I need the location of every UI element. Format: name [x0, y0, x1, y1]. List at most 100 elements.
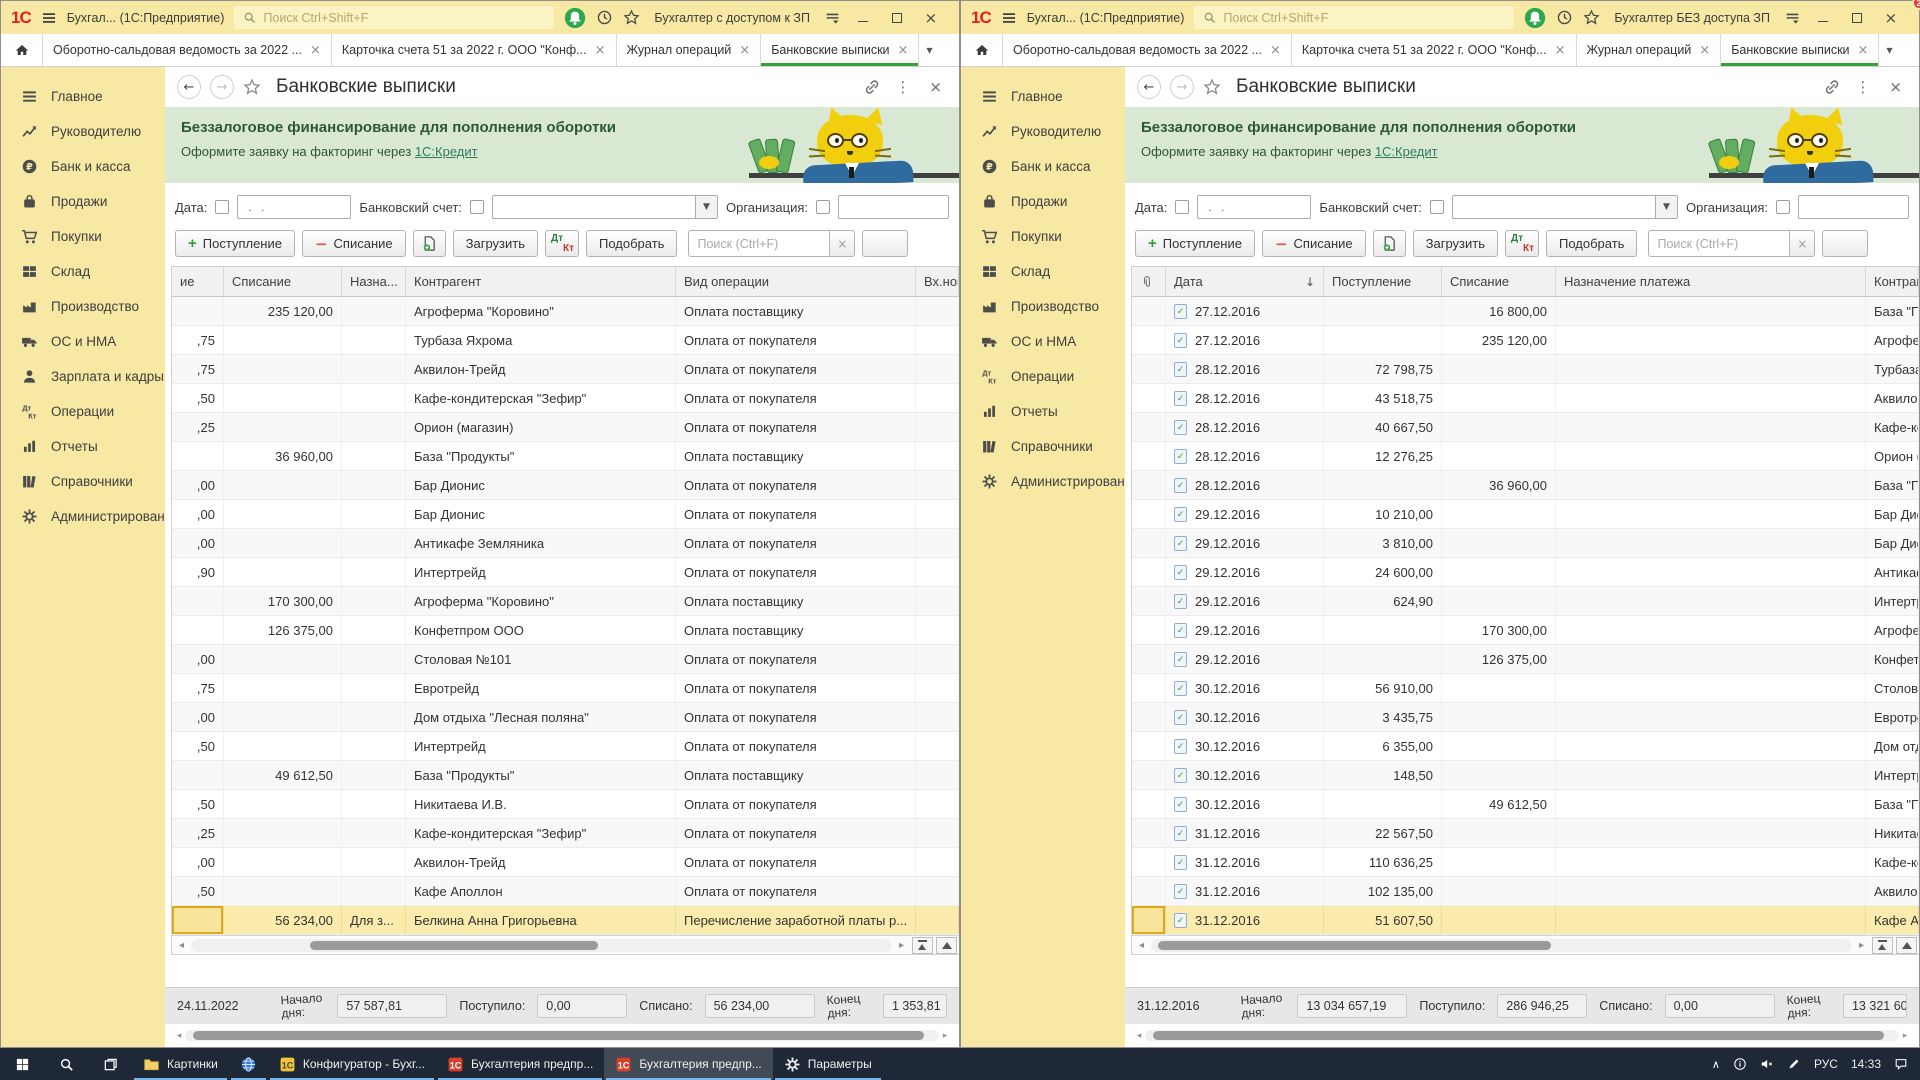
org-checkbox[interactable]: [816, 200, 831, 214]
receipt-button[interactable]: + Поступление: [175, 230, 295, 257]
table-row[interactable]: ,75 Евротрейд Оплата от покупателя: [172, 674, 959, 703]
tab-close-icon[interactable]: ×: [1270, 43, 1281, 58]
table-row[interactable]: ,50 Кафе Аполлон Оплата от покупателя: [172, 877, 959, 906]
search-input[interactable]: Поиск (Ctrl+F): [688, 230, 831, 257]
tab[interactable]: Оборотно-сальдовая ведомость за 2022 ...…: [1003, 34, 1292, 66]
org-input[interactable]: [838, 195, 949, 219]
table-row[interactable]: ,50 Интертрейд Оплата от покупателя: [172, 732, 959, 761]
get-link-icon[interactable]: [1823, 78, 1841, 96]
table-row[interactable]: 170 300,00 Агроферма "Коровино" Оплата пос…: [172, 587, 959, 616]
sidebar-item[interactable]: Руководителю: [1, 114, 165, 149]
create-statement-button[interactable]: [1372, 230, 1406, 257]
sidebar-item[interactable]: Банк и касса: [961, 149, 1125, 184]
tab-close-icon[interactable]: ×: [310, 43, 321, 58]
tab[interactable]: Банковские выписки ×: [761, 34, 920, 66]
scroll-left-icon[interactable]: ◂: [174, 940, 189, 951]
table-row[interactable]: 56 234,00 Для з... Белкина Анна Григорьевн…: [172, 906, 959, 935]
table-row[interactable]: 28.12.2016 36 960,00 База "Продукты": [1132, 471, 1919, 500]
column-header[interactable]: Вх.ном: [916, 267, 959, 296]
sidebar-item[interactable]: Руководителю: [961, 114, 1125, 149]
language-indicator[interactable]: РУС: [1814, 1057, 1838, 1071]
form-scroll-right-icon[interactable]: ▸: [1899, 1031, 1911, 1041]
notification-center-icon[interactable]: [1894, 1057, 1908, 1071]
close-window-button[interactable]: ×: [1879, 1, 1903, 34]
table-row[interactable]: 28.12.201640 667,50 Кафе-кондитерская "Зе…: [1132, 413, 1919, 442]
load-button[interactable]: Загрузить: [1412, 230, 1498, 257]
account-combo[interactable]: ▼: [1451, 195, 1678, 219]
sidebar-item[interactable]: Производство: [1, 289, 165, 324]
info-tray-icon[interactable]: [1733, 1057, 1747, 1071]
column-header[interactable]: [1132, 267, 1166, 296]
hidden-icons-chevron[interactable]: ∧: [1712, 1058, 1720, 1071]
promo-banner[interactable]: Беззалоговое финансирование для пополнен…: [165, 107, 959, 183]
table-row[interactable]: 29.12.2016 170 300,00 Агроферма "Коровино": [1132, 616, 1919, 645]
tab-close-icon[interactable]: ×: [898, 43, 909, 58]
tab-overflow-icon[interactable]: ▾: [1879, 34, 1899, 66]
notifications-icon[interactable]: [564, 7, 586, 29]
table-row[interactable]: 27.12.2016 235 120,00 Агроферма "Коровино": [1132, 326, 1919, 355]
show-postings-button[interactable]: Дт Кт: [1505, 230, 1539, 257]
tab-overflow-icon[interactable]: ▾: [919, 34, 939, 66]
table-row[interactable]: 29.12.2016624,90 Интертрейд: [1132, 587, 1919, 616]
taskbar-search-button[interactable]: [44, 1048, 88, 1080]
volume-icon[interactable]: [1760, 1057, 1774, 1071]
search-input[interactable]: Поиск (Ctrl+F): [1648, 230, 1791, 257]
scroll-left-icon[interactable]: ◂: [1134, 940, 1149, 951]
table-row[interactable]: ,50 Кафе-кондитерская "Зефир" Оплата от по…: [172, 384, 959, 413]
column-header[interactable]: ие: [172, 267, 224, 296]
date-input[interactable]: . .: [1197, 195, 1312, 219]
date-checkbox[interactable]: [215, 200, 230, 214]
scroll-right-icon[interactable]: ▸: [1854, 940, 1869, 951]
sidebar-item[interactable]: Зарплата и кадры: [1, 359, 165, 394]
date-input[interactable]: . .: [237, 195, 352, 219]
dropdown-icon[interactable]: ▼: [1654, 196, 1677, 218]
dropdown-icon[interactable]: ▼: [694, 196, 717, 218]
writeoff-button[interactable]: − Списание: [1261, 230, 1366, 257]
back-icon[interactable]: ←: [177, 75, 201, 99]
close-panel-icon[interactable]: ×: [924, 78, 947, 96]
table-row[interactable]: 30.12.20166 355,00 Дом отдыха "Лесная пол…: [1132, 732, 1919, 761]
form-scroll-right-icon[interactable]: ▸: [939, 1031, 951, 1041]
table-row[interactable]: 28.12.201612 276,25 Орион (магазин): [1132, 442, 1919, 471]
sidebar-item[interactable]: Операции: [1, 394, 165, 429]
form-scroll-left-icon[interactable]: ◂: [173, 1031, 185, 1041]
pick-button[interactable]: Подобрать: [1546, 230, 1638, 257]
table-row[interactable]: ,00 Дом отдыха "Лесная поляна" Оплата от п…: [172, 703, 959, 732]
load-button[interactable]: Загрузить: [452, 230, 538, 257]
column-header[interactable]: Списание: [1442, 267, 1556, 296]
table-row[interactable]: ,90 Интертрейд Оплата от покупателя: [172, 558, 959, 587]
table-row[interactable]: 27.12.2016 16 800,00 База "Продукты": [1132, 297, 1919, 326]
writeoff-button[interactable]: − Списание: [301, 230, 406, 257]
tab-close-icon[interactable]: ×: [595, 43, 606, 58]
tab-close-icon[interactable]: ×: [1858, 43, 1869, 58]
service-menu-icon[interactable]: [824, 9, 841, 26]
table-row[interactable]: 30.12.2016148,50 Интертрейд: [1132, 761, 1919, 790]
sidebar-item[interactable]: Продажи: [961, 184, 1125, 219]
horizontal-scrollbar[interactable]: ◂ ▸: [172, 935, 959, 954]
credit-link[interactable]: 1С:Кредит: [1375, 144, 1438, 159]
taskbar-app[interactable]: Бухгалтерия предпр...: [436, 1048, 604, 1080]
promo-banner[interactable]: Беззалоговое финансирование для пополнен…: [1125, 107, 1919, 183]
get-link-icon[interactable]: [863, 78, 881, 96]
taskbar-app[interactable]: Конфигуратор - Бухг...: [268, 1048, 436, 1080]
tab[interactable]: Журнал операций ×: [617, 34, 762, 66]
sidebar-item[interactable]: Продажи: [1, 184, 165, 219]
favorite-star-icon[interactable]: [243, 78, 261, 96]
column-header[interactable]: Назначение платежа: [1556, 267, 1866, 296]
forward-icon[interactable]: →: [210, 75, 234, 99]
org-input[interactable]: [1798, 195, 1909, 219]
show-postings-button[interactable]: Дт Кт: [545, 230, 579, 257]
sidebar-item[interactable]: Администрирование: [961, 464, 1140, 499]
table-row[interactable]: 28.12.201672 798,75 Турбаза Яхрома: [1132, 355, 1919, 384]
account-combo[interactable]: ▼: [491, 195, 718, 219]
close-panel-icon[interactable]: ×: [1884, 78, 1907, 96]
sidebar-item[interactable]: ОС и НМА: [961, 324, 1125, 359]
forward-icon[interactable]: →: [1170, 75, 1194, 99]
table-row[interactable]: 29.12.20163 810,00 Бар Дионис: [1132, 529, 1919, 558]
table-row[interactable]: 235 120,00 Агроферма "Коровино" Оплата пос…: [172, 297, 959, 326]
form-scrollbar[interactable]: ◂ ▸: [1133, 1029, 1911, 1042]
more-actions-icon[interactable]: ⋮: [1850, 78, 1875, 96]
table-row[interactable]: ,00 Столовая №101 Оплата от покупателя: [172, 645, 959, 674]
account-checkbox[interactable]: [469, 200, 484, 214]
maximize-button[interactable]: [1845, 1, 1869, 34]
